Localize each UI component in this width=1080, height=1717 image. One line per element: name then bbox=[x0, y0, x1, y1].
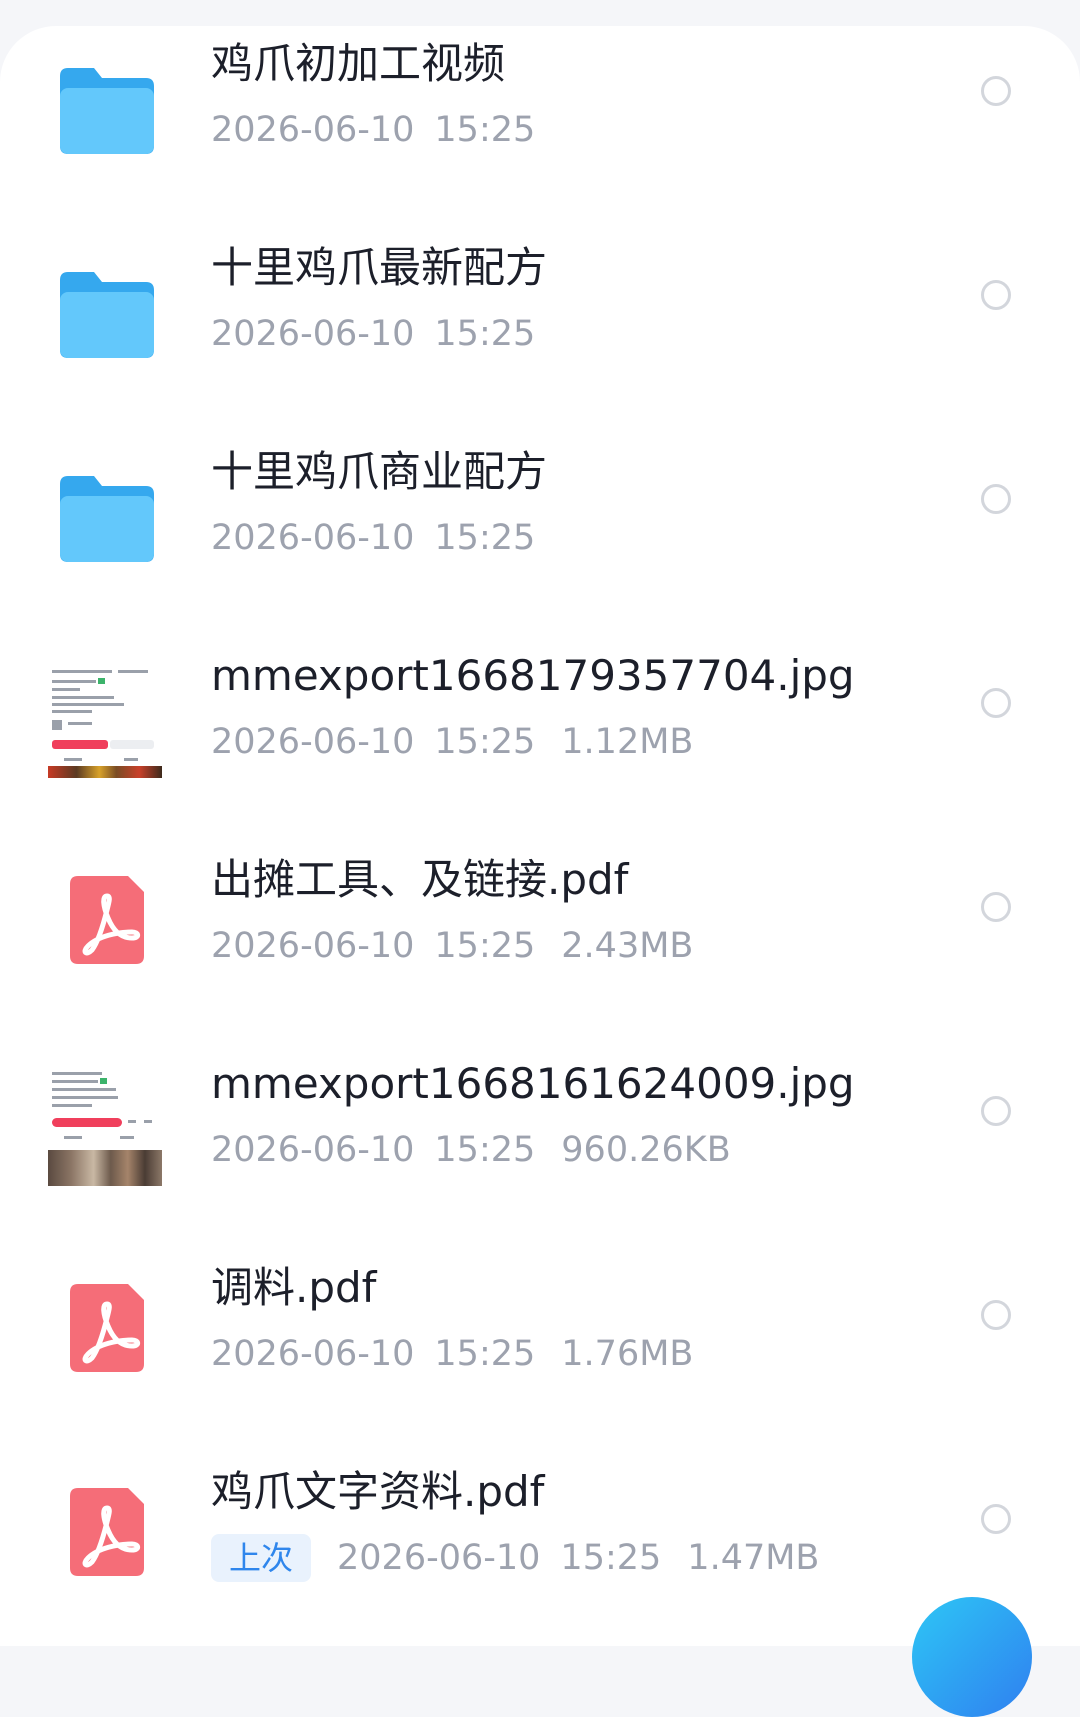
file-date: 2026-06-10 bbox=[337, 1538, 541, 1578]
last-opened-badge: 上次 bbox=[211, 1534, 312, 1582]
file-meta: 2026-06-10 15:25 1.12MB bbox=[211, 716, 693, 768]
file-date: 2026-06-10 bbox=[211, 518, 415, 558]
image-thumbnail bbox=[48, 660, 162, 778]
file-size: 1.76MB bbox=[561, 1334, 694, 1374]
file-meta: 2026-06-10 15:25 1.76MB bbox=[211, 1328, 693, 1380]
list-item-pdf[interactable]: 调料.pdf 2026-06-10 15:25 1.76MB bbox=[0, 1250, 1080, 1454]
file-time: 15:25 bbox=[434, 518, 536, 558]
list-item-folder[interactable]: 鸡爪初加工视频 2026-06-10 15:25 bbox=[0, 26, 1080, 230]
file-meta: 2026-06-10 15:25 bbox=[211, 512, 561, 564]
file-meta: 2026-06-10 15:25 bbox=[211, 104, 561, 156]
file-name: 出摊工具、及链接.pdf bbox=[211, 855, 629, 904]
file-size: 960.26KB bbox=[561, 1130, 731, 1170]
file-meta: 上次 2026-06-10 15:25 1.47MB bbox=[211, 1532, 819, 1584]
file-name: mmexport1668179357704.jpg bbox=[211, 651, 855, 700]
select-radio[interactable] bbox=[981, 1300, 1011, 1330]
file-name: mmexport1668161624009.jpg bbox=[211, 1059, 855, 1108]
file-date: 2026-06-10 bbox=[211, 926, 415, 966]
image-thumbnail bbox=[48, 1068, 162, 1186]
file-name: 鸡爪文字资料.pdf bbox=[211, 1467, 545, 1516]
file-time: 15:25 bbox=[434, 722, 536, 762]
file-date: 2026-06-10 bbox=[211, 314, 415, 354]
file-size: 2.43MB bbox=[561, 926, 694, 966]
list-item-image[interactable]: mmexport1668179357704.jpg 2026-06-10 15:… bbox=[0, 638, 1080, 842]
file-size: 1.12MB bbox=[561, 722, 694, 762]
pdf-icon bbox=[48, 1278, 166, 1378]
file-meta: 2026-06-10 15:25 bbox=[211, 308, 561, 360]
file-name: 十里鸡爪最新配方 bbox=[211, 243, 548, 292]
file-time: 15:25 bbox=[434, 1130, 536, 1170]
list-item-folder[interactable]: 十里鸡爪最新配方 2026-06-10 15:25 bbox=[0, 230, 1080, 434]
file-meta: 2026-06-10 15:25 2.43MB bbox=[211, 920, 693, 972]
folder-icon bbox=[48, 258, 166, 358]
file-date: 2026-06-10 bbox=[211, 110, 415, 150]
file-meta: 2026-06-10 15:25 960.26KB bbox=[211, 1124, 731, 1176]
select-radio[interactable] bbox=[981, 688, 1011, 718]
list-item-pdf[interactable]: 鸡爪文字资料.pdf 上次 2026-06-10 15:25 1.47MB bbox=[0, 1454, 1080, 1658]
list-item-image[interactable]: mmexport1668161624009.jpg 2026-06-10 15:… bbox=[0, 1046, 1080, 1250]
file-time: 15:25 bbox=[434, 926, 536, 966]
select-radio[interactable] bbox=[981, 892, 1011, 922]
select-radio[interactable] bbox=[981, 1096, 1011, 1126]
floating-action-button[interactable] bbox=[912, 1597, 1032, 1717]
file-size: 1.47MB bbox=[687, 1538, 820, 1578]
file-time: 15:25 bbox=[560, 1538, 662, 1578]
file-name: 鸡爪初加工视频 bbox=[211, 39, 506, 88]
file-time: 15:25 bbox=[434, 1334, 536, 1374]
select-radio[interactable] bbox=[981, 1504, 1011, 1534]
select-radio[interactable] bbox=[981, 280, 1011, 310]
pdf-icon bbox=[48, 870, 166, 970]
list-item-folder[interactable]: 十里鸡爪商业配方 2026-06-10 15:25 bbox=[0, 434, 1080, 638]
folder-icon bbox=[48, 462, 166, 562]
pdf-icon bbox=[48, 1482, 166, 1582]
file-name: 十里鸡爪商业配方 bbox=[211, 447, 548, 496]
file-date: 2026-06-10 bbox=[211, 1130, 415, 1170]
folder-icon bbox=[48, 54, 166, 154]
file-time: 15:25 bbox=[434, 314, 536, 354]
file-name: 调料.pdf bbox=[211, 1263, 377, 1312]
file-date: 2026-06-10 bbox=[211, 722, 415, 762]
file-date: 2026-06-10 bbox=[211, 1334, 415, 1374]
file-list: 鸡爪初加工视频 2026-06-10 15:25 十里鸡爪最新配方 2026-0… bbox=[0, 26, 1080, 1658]
select-radio[interactable] bbox=[981, 76, 1011, 106]
file-time: 15:25 bbox=[434, 110, 536, 150]
list-item-pdf[interactable]: 出摊工具、及链接.pdf 2026-06-10 15:25 2.43MB bbox=[0, 842, 1080, 1046]
select-radio[interactable] bbox=[981, 484, 1011, 514]
